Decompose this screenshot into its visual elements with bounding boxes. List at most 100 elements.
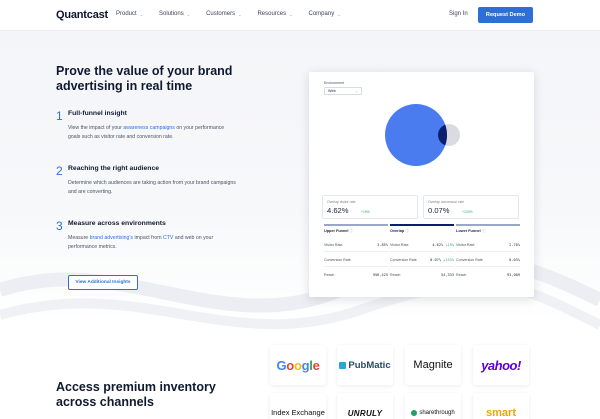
partner-name: Magnite [413, 359, 453, 371]
partner-logo-unruly: UNRULY [337, 393, 393, 419]
info-icon[interactable]: ⓘ [405, 229, 409, 233]
info-icon[interactable]: ⓘ [350, 229, 354, 233]
funnel-row: Conversion Rate 0.07% +133% [390, 258, 454, 262]
row-label: Visitor Rate [390, 243, 409, 247]
environment-label: Environment [324, 81, 345, 85]
row-label: Visitor Rate [456, 243, 475, 247]
partner-name: UNRULY [347, 408, 383, 418]
step-number: 1 [56, 109, 63, 123]
dashboard-card: Environment Web ⌄ Overlap visitor rate 4.… [309, 72, 534, 297]
stat-delta: +133% [462, 210, 473, 214]
funnel-title-text: Lower Funnel [456, 229, 481, 233]
row-value-text: 2.70% [509, 243, 520, 247]
chevron-down-icon: ⌄ [139, 11, 144, 17]
venn-diagram [385, 104, 460, 166]
brand-advertising-link[interactable]: brand advertising's [90, 235, 133, 241]
stat-label: Overlap visitor rate [327, 200, 356, 204]
quantcast-logo[interactable]: Quantcast [56, 9, 108, 21]
environment-select[interactable]: Web ⌄ [324, 87, 362, 95]
menu-item-label: Company [308, 11, 335, 17]
chevron-down-icon: ⌄ [186, 11, 191, 17]
sharethrough-mark-icon [411, 410, 418, 416]
row-value: 2.70% [509, 243, 520, 247]
step-text: impact from [133, 235, 163, 241]
menu-item-resources[interactable]: Resources ⌄ [257, 11, 292, 17]
row-value-text: 54,333 [441, 273, 454, 277]
pubmatic-mark-icon [339, 361, 347, 369]
menu-item-product[interactable]: Product ⌄ [116, 11, 143, 17]
view-additional-insights-button[interactable]: View Additional Insights [68, 275, 138, 290]
row-value: 93,089 [507, 273, 520, 277]
funnel-row: Reach 93,089 [456, 273, 520, 277]
hero-headline: Prove the value of your brand advertisin… [56, 64, 233, 93]
funnel-title-text: Overlap [390, 229, 405, 233]
sharethrough-logo: sharethrough [411, 410, 455, 416]
row-divider [390, 266, 454, 267]
step-text: View the impact of your [68, 125, 124, 131]
row-value: 3.85% [377, 243, 388, 247]
step-title: Measure across environments [68, 220, 166, 227]
funnel-row: Visitor Rate 2.70% [456, 243, 520, 247]
row-delta: +133% [443, 258, 454, 262]
row-value: 54,333 [441, 273, 454, 277]
row-label: Conversion Rate [324, 258, 351, 262]
row-divider [456, 266, 520, 267]
row-value: 956,425 [373, 273, 388, 277]
partner-logo-magnite: Magnite [405, 345, 461, 385]
step-text: Measure [68, 235, 90, 241]
info-icon[interactable]: ⓘ [482, 229, 486, 233]
upper-funnel-column: Upper Funnel ⓘ Visitor Rate 3.85% Convers… [324, 224, 388, 290]
row-value-text: 93,089 [507, 273, 520, 277]
funnel-row: Reach 956,425 [324, 273, 388, 277]
stat-value: 0.07% [428, 206, 450, 215]
overlap-visitor-rate-card: Overlap visitor rate 4.62% +19% [322, 195, 418, 219]
chevron-down-icon: ⌄ [355, 89, 358, 93]
google-logo: Google [276, 357, 320, 373]
awareness-campaigns-link[interactable]: awareness campaigns [123, 125, 175, 131]
row-value-text: 956,425 [372, 273, 388, 277]
funnel-title: Lower Funnel ⓘ [456, 224, 520, 234]
chevron-down-icon: ⌄ [238, 11, 242, 17]
environment-value: Web [328, 89, 336, 93]
menu-item-solutions[interactable]: Solutions ⌄ [159, 11, 190, 17]
partner-logo-google: Google [270, 345, 326, 385]
row-divider [324, 266, 388, 267]
row-divider [456, 251, 520, 252]
funnel-title-text: Upper Funnel [324, 229, 349, 233]
partner-logo-pubmatic: PubMatic [337, 345, 393, 385]
request-demo-button[interactable]: Request Demo [478, 7, 533, 23]
funnel-row: Conversion Rate 0.03% [456, 258, 520, 262]
funnel-row: Reach 54,333 [390, 273, 454, 277]
partner-name: yahoo! [481, 357, 521, 373]
row-value-text: 4.62% [432, 243, 444, 247]
menu-item-company[interactable]: Company ⌄ [309, 11, 341, 17]
chevron-down-icon: ⌄ [337, 11, 341, 17]
partner-logo-sharethrough: sharethrough [405, 393, 461, 419]
pubmatic-logo: PubMatic [339, 359, 391, 371]
row-divider [324, 251, 388, 252]
step-title: Reaching the right audience [68, 165, 160, 172]
partner-name: Index Exchange [271, 408, 325, 417]
row-label: Visitor Rate [324, 243, 343, 247]
inventory-headline: Access premium inventory across channels [56, 380, 216, 409]
menu-item-label: Product [116, 11, 137, 17]
menu-item-customers[interactable]: Customers ⌄ [206, 11, 241, 17]
sign-in-link[interactable]: Sign In [449, 11, 468, 17]
row-value-text: 3.85% [377, 243, 388, 247]
lower-funnel-column: Lower Funnel ⓘ Visitor Rate 2.70% Convers… [456, 224, 520, 290]
row-value-text: 0.07% [430, 258, 441, 262]
funnel-row: Conversion Rate [324, 258, 388, 262]
step-title: Full-funnel insight [68, 110, 127, 117]
funnel-row: Visitor Rate 3.85% [324, 243, 388, 247]
overlap-column: Overlap ⓘ Visitor Rate 4.62% +19% Convers… [390, 224, 454, 290]
menu-item-label: Resources [257, 11, 287, 17]
main-menu: Product ⌄ Solutions ⌄ Customers ⌄ Resources… [116, 11, 357, 17]
step-body: Measure brand advertising's impact from … [68, 234, 238, 251]
partner-name: sharethrough [419, 410, 455, 416]
ctv-link[interactable]: CTV [163, 235, 173, 241]
venn-upper-funnel [385, 104, 447, 166]
menu-item-label: Solutions [159, 11, 184, 17]
step-number: 3 [56, 219, 63, 233]
partner-name: PubMatic [348, 359, 391, 371]
partner-logo-index-exchange: Index Exchange [270, 393, 326, 419]
